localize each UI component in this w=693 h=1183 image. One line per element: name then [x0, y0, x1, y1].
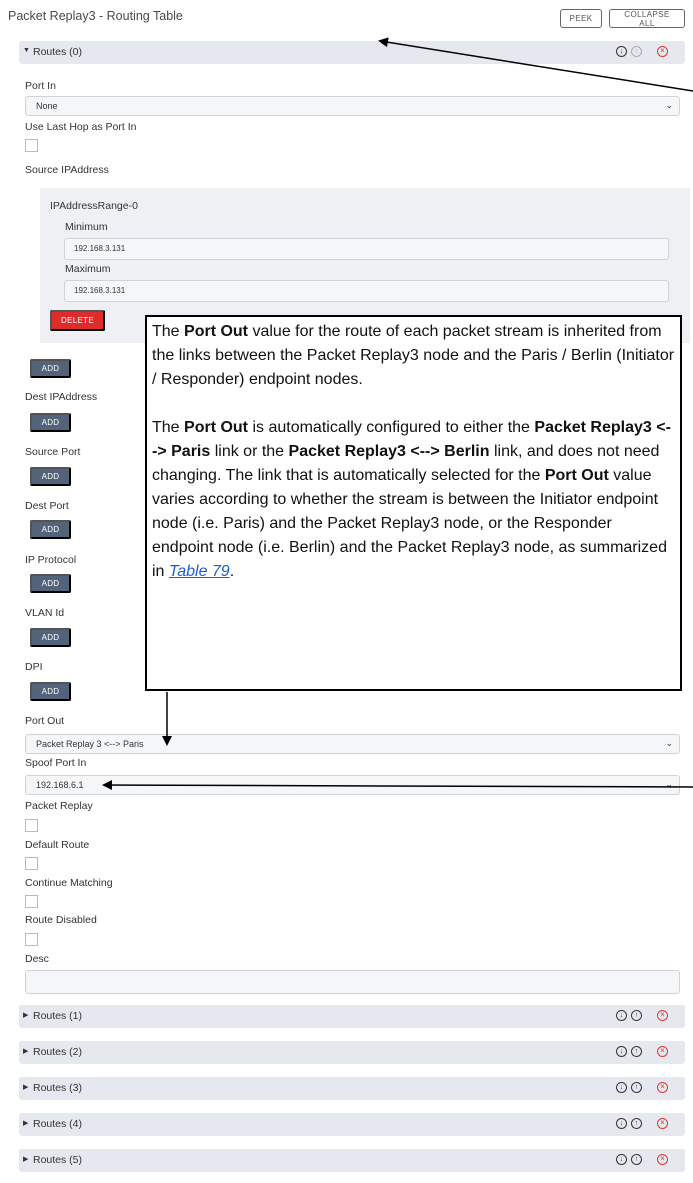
annotation-arrows — [102, 37, 693, 791]
arrow-to-route-header — [378, 37, 693, 92]
arrow-to-spoof-port-in — [102, 780, 693, 791]
